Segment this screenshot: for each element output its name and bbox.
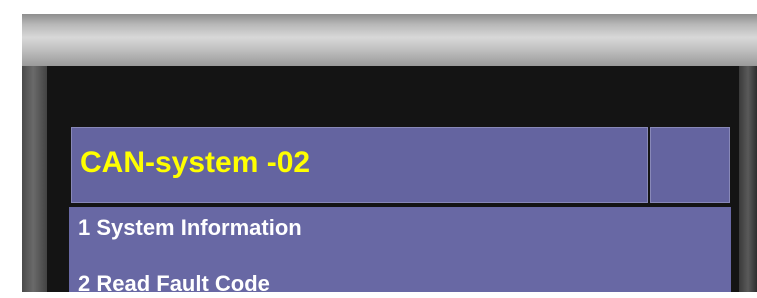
title-side-box (650, 127, 730, 203)
screen-title: CAN-system -02 (80, 146, 311, 179)
menu-item-system-information[interactable]: 1 System Information (78, 214, 302, 242)
device-top-bar (22, 14, 757, 66)
menu-item-read-fault-code[interactable]: 2 Read Fault Code (78, 270, 270, 298)
